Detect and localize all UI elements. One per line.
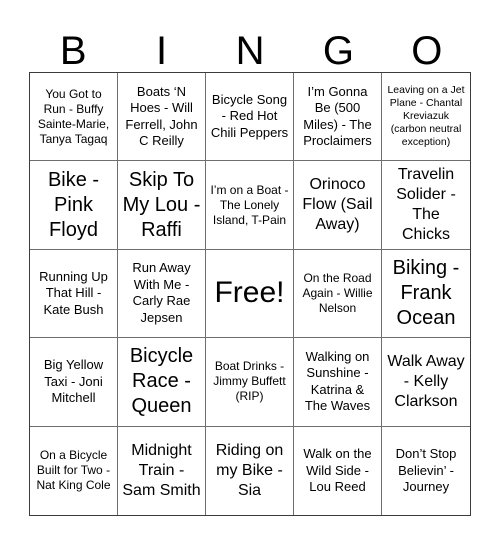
bingo-card: B I N G O You Got to Run - Buffy Sainte-… <box>0 0 500 544</box>
bingo-cell-label: Walk Away - Kelly Clarkson <box>387 352 465 410</box>
bingo-cell[interactable]: Run Away With Me - Carly Rae Jepsen <box>118 249 206 339</box>
bingo-cell-label: On the Road Again - Willie Nelson <box>302 270 373 315</box>
bingo-cell[interactable]: Walk on the Wild Side - Lou Reed <box>294 426 382 515</box>
bingo-cell[interactable]: Orinoco Flow (Sail Away) <box>294 161 382 250</box>
bingo-cell-label: I’m Gonna Be (500 Miles) - The Proclaime… <box>303 83 372 149</box>
bingo-cell-label: Riding on my Bike - Sia <box>215 441 284 499</box>
bingo-cell[interactable]: You Got to Run - Buffy Sainte-Marie, Tan… <box>30 73 118 162</box>
bingo-cell-label: Orinoco Flow (Sail Away) <box>302 176 373 234</box>
bingo-cell-label: On a Bicycle Built for Two - Nat King Co… <box>36 448 111 493</box>
bingo-cell[interactable]: Travelin Solider - The Chicks <box>382 161 470 250</box>
bingo-cell-label: Don’t Stop Believin’ - Journey <box>395 446 457 495</box>
bingo-cell[interactable]: I’m on a Boat - The Lonely Island, T-Pai… <box>206 161 294 250</box>
bingo-cell-label: Boats ‘N Hoes - Will Ferrell, John C Rei… <box>125 83 198 149</box>
bingo-cell-label: Bicycle Song - Red Hot Chili Peppers <box>210 91 289 140</box>
bingo-cell[interactable]: Midnight Train - Sam Smith <box>118 426 206 515</box>
header-letter-o: O <box>411 29 443 73</box>
bingo-cell-label: Run Away With Me - Carly Rae Jepsen <box>132 260 191 325</box>
bingo-cell[interactable]: I’m Gonna Be (500 Miles) - The Proclaime… <box>294 73 382 162</box>
header-letter-i: I <box>156 29 168 73</box>
bingo-cell-label: Bicycle Race - Queen <box>129 345 194 418</box>
header-letter-g: G <box>322 29 354 73</box>
bingo-cell[interactable]: Big Yellow Taxi - Joni Mitchell <box>30 338 118 427</box>
bingo-cell-label: Midnight Train - Sam Smith <box>122 441 201 499</box>
bingo-cell[interactable]: Boats ‘N Hoes - Will Ferrell, John C Rei… <box>118 73 206 162</box>
bingo-cell-label: Running Up That Hill - Kate Bush <box>39 268 108 317</box>
bingo-cell[interactable]: On a Bicycle Built for Two - Nat King Co… <box>30 426 118 515</box>
header-letter-n: N <box>235 29 265 73</box>
header-letter-b: B <box>59 29 87 73</box>
bingo-free-space[interactable]: Free! <box>206 249 294 339</box>
bingo-cell-label: Big Yellow Taxi - Joni Mitchell <box>43 357 104 406</box>
bingo-cell-label: Leaving on a Jet Plane - Chantal Kreviaz… <box>387 84 465 149</box>
bingo-cell[interactable]: Riding on my Bike - Sia <box>206 426 294 515</box>
free-space-label: Free! <box>214 276 285 310</box>
bingo-cell-label: Walking on Sunshine - Katrina & The Wave… <box>304 348 371 414</box>
bingo-cell[interactable]: Running Up That Hill - Kate Bush <box>30 249 118 339</box>
bingo-cell[interactable]: Walking on Sunshine - Katrina & The Wave… <box>294 338 382 427</box>
bingo-cell[interactable]: On the Road Again - Willie Nelson <box>294 249 382 339</box>
bingo-cell[interactable]: Bicycle Song - Red Hot Chili Peppers <box>206 73 294 162</box>
bingo-cell[interactable]: Don’t Stop Believin’ - Journey <box>382 426 470 515</box>
bingo-cell[interactable]: Biking - Frank Ocean <box>382 249 470 339</box>
bingo-grid: You Got to Run - Buffy Sainte-Marie, Tan… <box>29 72 471 516</box>
bingo-cell-label: I’m on a Boat - The Lonely Island, T-Pai… <box>210 182 289 227</box>
bingo-cell-label: Walk on the Wild Side - Lou Reed <box>303 446 372 495</box>
bingo-cell-label: Travelin Solider - The Chicks <box>396 166 456 244</box>
bingo-cell[interactable]: Bike - Pink Floyd <box>30 161 118 250</box>
bingo-cell[interactable]: Skip To My Lou - Raffi <box>118 161 206 250</box>
bingo-cell-label: Bike - Pink Floyd <box>47 168 100 241</box>
bingo-cell-label: Skip To My Lou - Raffi <box>122 168 201 241</box>
bingo-cell[interactable]: Leaving on a Jet Plane - Chantal Kreviaz… <box>382 73 470 162</box>
bingo-cell-label: You Got to Run - Buffy Sainte-Marie, Tan… <box>37 86 110 146</box>
bingo-cell-label: Boat Drinks - Jimmy Buffett (RIP) <box>213 359 286 404</box>
bingo-header: B I N G O <box>29 18 471 72</box>
bingo-cell-label: Biking - Frank Ocean <box>392 256 460 329</box>
bingo-cell[interactable]: Bicycle Race - Queen <box>118 338 206 427</box>
bingo-cell[interactable]: Walk Away - Kelly Clarkson <box>382 338 470 427</box>
bingo-cell[interactable]: Boat Drinks - Jimmy Buffett (RIP) <box>206 338 294 427</box>
